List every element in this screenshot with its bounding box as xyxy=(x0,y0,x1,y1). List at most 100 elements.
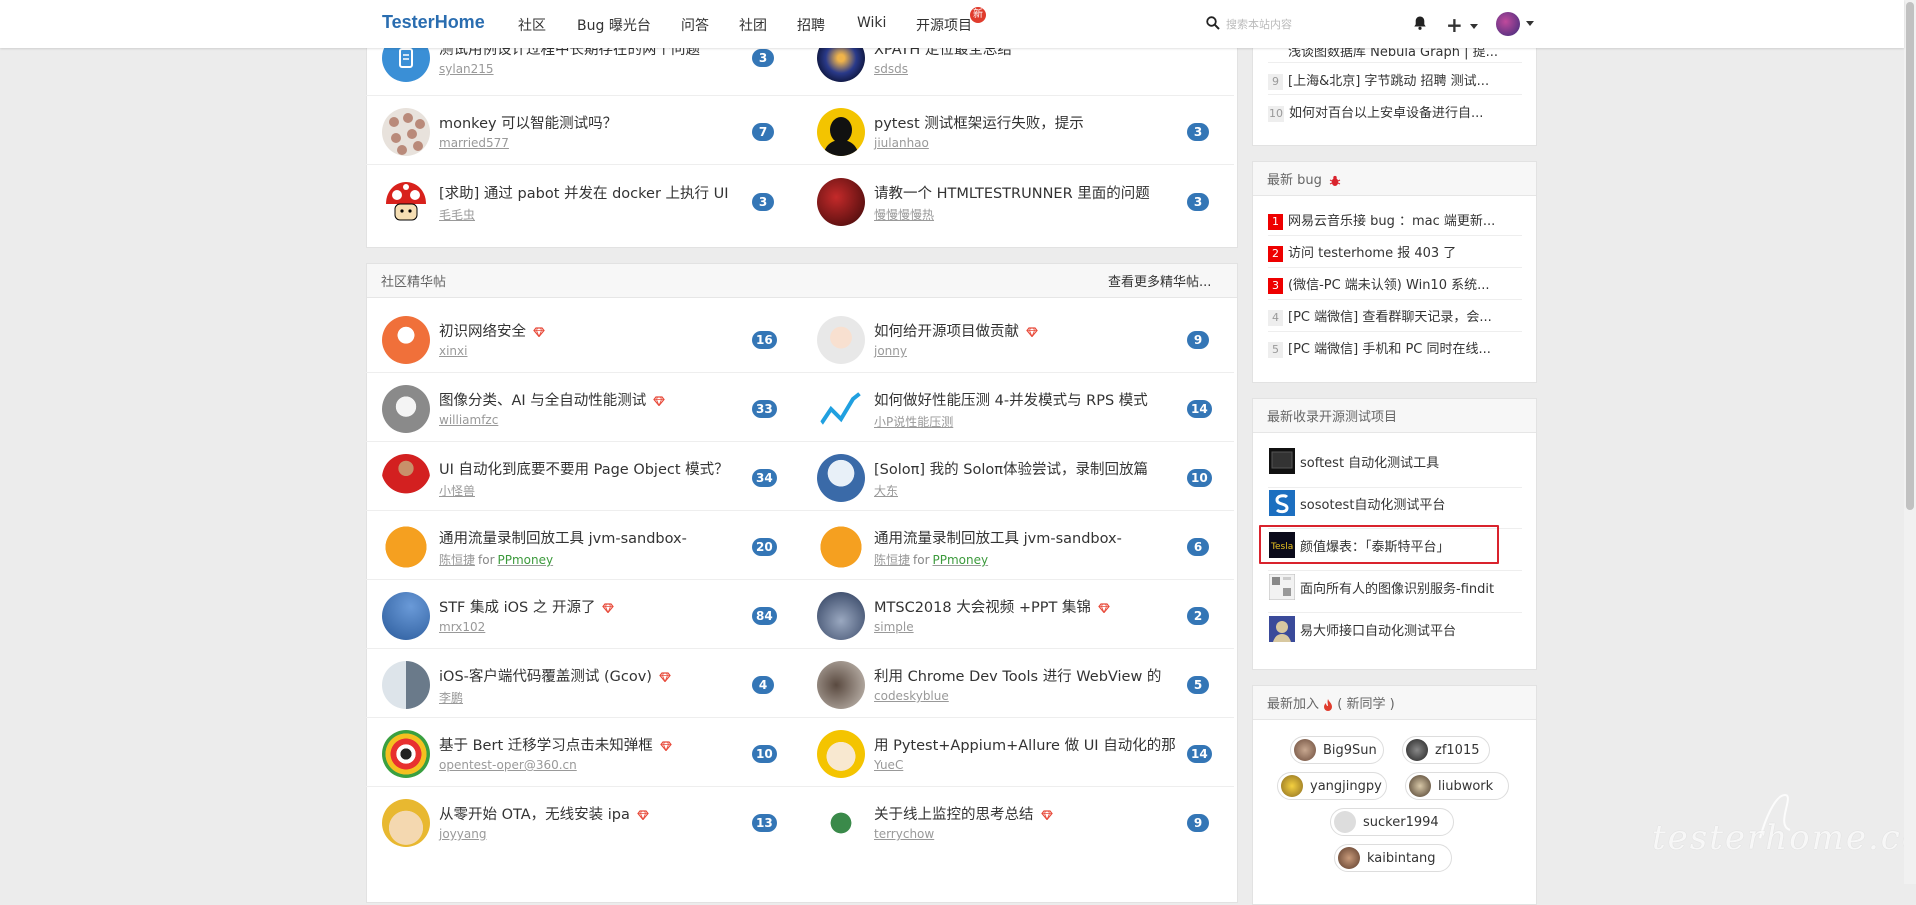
nav-item-bug[interactable]: Bug 曝光台 xyxy=(577,15,651,35)
topic-author[interactable]: mrx102 xyxy=(439,620,485,634)
project-link[interactable]: softest 自动化测试工具 xyxy=(1300,452,1439,471)
topic-title[interactable]: pytest 测试框架运行失败，提示 xyxy=(874,112,1179,133)
nav-item-teams[interactable]: 社团 xyxy=(739,15,767,35)
topic-title[interactable]: [Soloπ] 我的 Soloπ体验尝试，录制回放篇 xyxy=(874,458,1179,479)
topic-item[interactable]: 用 Pytest+Appium+Allure 做 UI 自动化的那 YueC 14 xyxy=(817,718,1237,786)
topic-author[interactable]: YueC xyxy=(874,758,903,772)
topic-author[interactable]: 小怪兽 xyxy=(439,482,475,499)
topic-item[interactable]: monkey 可以智能测试吗？ married577 7 xyxy=(382,96,802,164)
topic-title[interactable]: 通用流量录制回放工具 jvm-sandbox- xyxy=(874,527,1179,548)
topic-title[interactable]: 关于线上监控的思考总结 xyxy=(874,803,1179,824)
author-name[interactable]: joyyang xyxy=(439,827,486,841)
author-name[interactable]: 大东 xyxy=(874,484,898,498)
topic-title[interactable]: 用 Pytest+Appium+Allure 做 UI 自动化的那 xyxy=(874,734,1179,755)
topic-title[interactable]: [求助] 通过 pabot 并发在 docker 上执行 UI xyxy=(439,182,744,203)
topic-item[interactable]: MTSC2018 大会视频 +PPT 集锦 simple 2 xyxy=(817,580,1237,648)
author-name[interactable]: opentest-oper@360.cn xyxy=(439,758,577,772)
topic-item[interactable]: 从零开始 OTA，无线安装 ipa joyyang 13 xyxy=(382,787,802,855)
topic-author[interactable]: sylan215 xyxy=(439,62,494,76)
bug-item[interactable]: 5 [PC 端微信] 手机和 PC 同时在线... xyxy=(1268,338,1514,358)
topic-title[interactable]: 图像分类、AI 与全自动性能测试 xyxy=(439,389,744,410)
topic-item[interactable]: iOS-客户端代码覆盖测试 (Gcov) 李鹏 4 xyxy=(382,649,802,717)
topic-title[interactable]: 请教一个 HTMLTESTRUNNER 里面的问题 xyxy=(874,182,1179,203)
author-name[interactable]: 陈恒捷 xyxy=(439,553,475,567)
topic-author[interactable]: 毛毛虫 xyxy=(439,206,475,223)
topic-title[interactable]: UI 自动化到底要不要用 Page Object 模式？ xyxy=(439,458,744,479)
topic-author[interactable]: joyyang xyxy=(439,827,486,841)
topic-item[interactable]: UI 自动化到底要不要用 Page Object 模式？ 小怪兽 34 xyxy=(382,442,802,510)
topic-author[interactable]: 大东 xyxy=(874,482,898,499)
user-pill[interactable]: kaibintang xyxy=(1334,844,1452,872)
topic-item[interactable]: 如何给开源项目做贡献 jonny 9 xyxy=(817,304,1237,372)
bug-item[interactable]: 2 访问 testerhome 报 403 了 xyxy=(1268,242,1514,262)
topic-author[interactable]: terrychow xyxy=(874,827,934,841)
more-excellent-link[interactable]: 查看更多精华帖... xyxy=(1108,271,1211,290)
topic-author[interactable]: jonny xyxy=(874,344,907,358)
author-name[interactable]: jonny xyxy=(874,344,907,358)
search-input[interactable] xyxy=(1224,12,1398,36)
nav-item-opensource[interactable]: 开源项目 新 xyxy=(916,7,986,35)
user-pill[interactable]: liubwork xyxy=(1405,772,1509,800)
project-link[interactable]: 易大师接口自动化测试平台 xyxy=(1300,620,1456,639)
user-pill[interactable]: yangjingpy xyxy=(1277,772,1387,800)
topic-author[interactable]: married577 xyxy=(439,136,509,150)
topic-item[interactable]: pytest 测试框架运行失败，提示 jiulanhao 3 xyxy=(817,96,1237,164)
topic-author[interactable]: sdsds xyxy=(874,62,908,76)
topic-title[interactable]: 如何做好性能压测 4-并发模式与 RPS 模式 xyxy=(874,389,1179,410)
author-name[interactable]: 陈恒捷 xyxy=(874,553,910,567)
author-name[interactable]: codeskyblue xyxy=(874,689,949,703)
nav-item-jobs[interactable]: 招聘 xyxy=(797,15,825,35)
topic-title[interactable]: STF 集成 iOS 之 开源了 xyxy=(439,596,744,617)
author-name[interactable]: simple xyxy=(874,620,914,634)
sidebar-hot-item[interactable]: 9 [上海&北京] 字节跳动 招聘 测试... xyxy=(1268,70,1514,90)
topic-item[interactable]: 通用流量录制回放工具 jvm-sandbox- 陈恒捷 for PPmoney 6 xyxy=(817,511,1237,579)
topic-author[interactable]: opentest-oper@360.cn xyxy=(439,758,577,772)
topic-author[interactable]: 陈恒捷 for PPmoney xyxy=(439,551,553,568)
topic-title[interactable]: iOS-客户端代码覆盖测试 (Gcov) xyxy=(439,665,744,686)
topic-item[interactable]: 初识网络安全 xinxi 16 xyxy=(382,304,802,372)
topic-item[interactable]: STF 集成 iOS 之 开源了 mrx102 84 xyxy=(382,580,802,648)
topic-title[interactable]: MTSC2018 大会视频 +PPT 集锦 xyxy=(874,596,1179,617)
author-name[interactable]: 小怪兽 xyxy=(439,484,475,498)
brand-logo[interactable]: TesterHome xyxy=(382,12,485,33)
scrollbar-thumb[interactable] xyxy=(1906,2,1914,510)
bug-item[interactable]: 1 网易云音乐接 bug ：mac 端更新... xyxy=(1268,210,1514,230)
topic-author[interactable]: 慢慢慢慢热 xyxy=(874,206,934,223)
topic-item[interactable]: 基于 Bert 迁移学习点击未知弹框 opentest-oper@360.cn 10 xyxy=(382,718,802,786)
author-name[interactable]: williamfzc xyxy=(439,413,498,427)
bug-item[interactable]: 3 (微信-PC 端未认领) Win10 系统... xyxy=(1268,274,1514,294)
author-name[interactable]: 李鹏 xyxy=(439,691,463,705)
project-link[interactable]: 面向所有人的图像识别服务-findit xyxy=(1300,578,1494,597)
topic-item[interactable]: [Soloπ] 我的 Soloπ体验尝试，录制回放篇 大东 10 xyxy=(817,442,1237,510)
author-name[interactable]: terrychow xyxy=(874,827,934,841)
topic-title[interactable]: monkey 可以智能测试吗？ xyxy=(439,112,744,133)
nav-item-qa[interactable]: 问答 xyxy=(681,15,709,35)
chevron-down-icon[interactable] xyxy=(1526,21,1534,26)
topic-item[interactable]: 关于线上监控的思考总结 terrychow 9 xyxy=(817,787,1237,855)
bell-icon[interactable] xyxy=(1412,15,1428,31)
search-icon[interactable] xyxy=(1206,16,1220,30)
topic-author[interactable]: williamfzc xyxy=(439,413,498,427)
topic-item[interactable]: 请教一个 HTMLTESTRUNNER 里面的问题 慢慢慢慢热 3 xyxy=(817,166,1237,234)
topic-author[interactable]: 李鹏 xyxy=(439,689,463,706)
topic-author[interactable]: codeskyblue xyxy=(874,689,949,703)
nav-item-wiki[interactable]: Wiki xyxy=(857,15,886,31)
user-pill[interactable]: sucker1994 xyxy=(1330,808,1454,836)
author-name[interactable]: YueC xyxy=(874,758,903,772)
topic-title[interactable]: 如何给开源项目做贡献 xyxy=(874,320,1179,341)
team-link[interactable]: PPmoney xyxy=(933,553,989,567)
topic-item[interactable]: 图像分类、AI 与全自动性能测试 williamfzc 33 xyxy=(382,373,802,441)
topic-title[interactable]: 初识网络安全 xyxy=(439,320,744,341)
user-avatar[interactable] xyxy=(1496,12,1520,36)
author-name[interactable]: xinxi xyxy=(439,344,467,358)
topic-author[interactable]: xinxi xyxy=(439,344,467,358)
topic-author[interactable]: 小P说性能压测 xyxy=(874,413,953,430)
author-name[interactable]: 小P说性能压测 xyxy=(874,415,953,429)
topic-item[interactable]: 如何做好性能压测 4-并发模式与 RPS 模式 小P说性能压测 14 xyxy=(817,373,1237,441)
topic-author[interactable]: simple xyxy=(874,620,914,634)
team-link[interactable]: PPmoney xyxy=(498,553,554,567)
topic-title[interactable]: 基于 Bert 迁移学习点击未知弹框 xyxy=(439,734,744,755)
topic-title[interactable]: 利用 Chrome Dev Tools 进行 WebView 的 xyxy=(874,665,1179,686)
topic-title[interactable]: 从零开始 OTA，无线安装 ipa xyxy=(439,803,744,824)
topic-item[interactable]: [求助] 通过 pabot 并发在 docker 上执行 UI 毛毛虫 3 xyxy=(382,166,802,234)
